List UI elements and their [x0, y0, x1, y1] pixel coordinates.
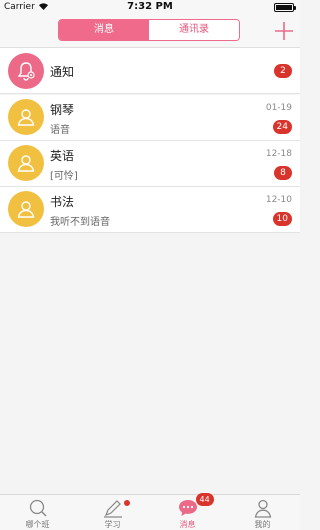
tab-me[interactable]: 我的: [225, 495, 300, 530]
tab-label: 消息: [179, 520, 196, 529]
conversation-row[interactable]: 钢琴 语音 01-19 24: [0, 95, 300, 141]
conversation-date: 12-10: [265, 195, 292, 205]
tab-messages[interactable]: 44 消息: [150, 493, 225, 530]
tab-label: 我的: [254, 520, 271, 529]
unread-badge: 24: [272, 120, 292, 134]
tab-unread-badge: 44: [195, 493, 214, 506]
tab-label: 哪个班: [25, 520, 50, 529]
new-dot: [123, 500, 130, 506]
conversation-preview: 语音: [50, 125, 70, 136]
status-bar: Carrier 7:32 PM: [0, 0, 300, 14]
tab-classes[interactable]: 哪个班: [0, 495, 75, 530]
conversation-date: 01-19: [265, 103, 292, 113]
user-icon: [8, 99, 44, 135]
search-icon: [29, 499, 46, 517]
conversation-name: 钢琴: [50, 103, 75, 117]
conversation-name: 英语: [50, 149, 75, 163]
conversation-name: 书法: [50, 195, 75, 209]
unread-badge: 8: [274, 166, 292, 180]
notice-row[interactable]: 通知 2: [0, 48, 300, 94]
conversation-date: 12-18: [265, 149, 292, 159]
tab-label: 学习: [104, 520, 121, 529]
user-icon: [8, 191, 44, 227]
person-icon: [254, 499, 271, 518]
battery-icon: [274, 3, 296, 12]
message-list: 通知 2 钢琴 语音 01-19 24 英语 [可怜] 12-18 8 书法 我…: [0, 48, 300, 233]
nav-bar: 消息 通讯录: [0, 14, 300, 48]
plus-icon[interactable]: [272, 19, 296, 43]
bell-settings-icon: [8, 53, 44, 89]
user-icon: [8, 145, 44, 181]
pencil-icon: [103, 500, 122, 518]
segmented-control: 消息 通讯录: [58, 19, 240, 41]
segment-messages[interactable]: 消息: [59, 20, 149, 40]
notice-title: 通知: [50, 65, 75, 79]
unread-badge: 10: [272, 212, 292, 226]
clock: 7:32 PM: [127, 1, 173, 12]
conversation-preview: [可怜]: [50, 171, 78, 182]
conversation-row[interactable]: 书法 我听不到语音 12-10 10: [0, 187, 300, 233]
conversation-preview: 我听不到语音: [50, 217, 110, 228]
tab-bar: 哪个班 学习 44 消息 我的: [0, 493, 300, 530]
unread-badge: 2: [274, 64, 292, 78]
conversation-row[interactable]: 英语 [可怜] 12-18 8: [0, 141, 300, 187]
segment-contacts[interactable]: 通讯录: [149, 20, 239, 40]
tab-study[interactable]: 学习: [75, 495, 150, 530]
